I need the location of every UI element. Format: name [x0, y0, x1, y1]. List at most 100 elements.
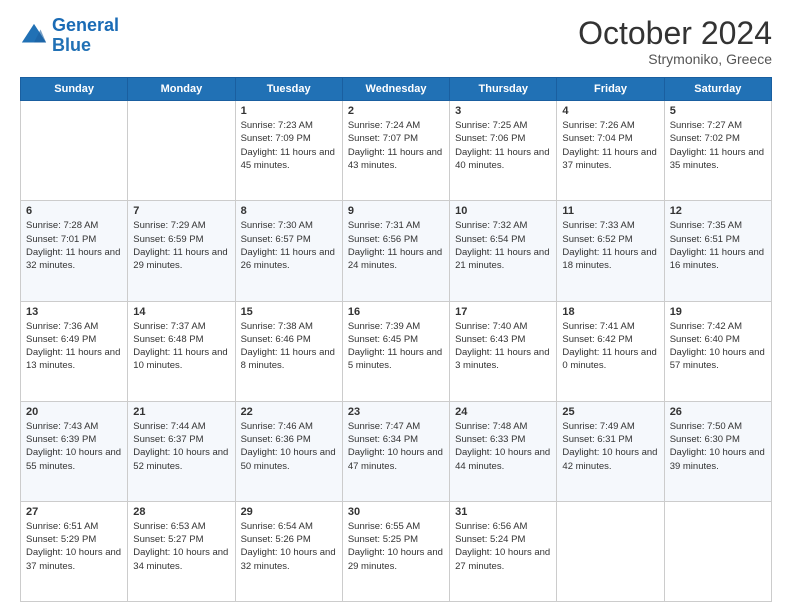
calendar-cell: 18 Sunrise: 7:41 AMSunset: 6:42 PMDayligh…: [557, 301, 664, 401]
day-detail: Sunrise: 7:26 AMSunset: 7:04 PMDaylight:…: [562, 119, 658, 172]
calendar-cell: [128, 101, 235, 201]
calendar-cell: 10Sunrise: 7:32 AMSunset: 6:54 PMDayligh…: [450, 201, 557, 301]
weekday-header: Sunday: [21, 78, 128, 101]
day-number: 8: [241, 205, 337, 217]
calendar-cell: 7 Sunrise: 7:29 AMSunset: 6:59 PMDaylight…: [128, 201, 235, 301]
calendar-cell: 13 Sunrise: 7:36 AMSunset: 6:49 PMDayligh…: [21, 301, 128, 401]
day-detail: Sunrise: 7:44 AMSunset: 6:37 PMDaylight:…: [133, 420, 229, 473]
day-number: 4: [562, 105, 658, 117]
day-number: 21: [133, 406, 229, 418]
calendar-cell: 4 Sunrise: 7:26 AMSunset: 7:04 PMDaylight…: [557, 101, 664, 201]
calendar-cell: 8 Sunrise: 7:30 AMSunset: 6:57 PMDaylight…: [235, 201, 342, 301]
calendar-cell: 9 Sunrise: 7:31 AMSunset: 6:56 PMDaylight…: [342, 201, 449, 301]
day-number: 31: [455, 506, 551, 518]
calendar-cell: 23Sunrise: 7:47 AMSunset: 6:34 PMDayligh…: [342, 401, 449, 501]
day-detail: Sunrise: 7:32 AMSunset: 6:54 PMDaylight:…: [455, 219, 551, 272]
day-detail: Sunrise: 7:39 AMSunset: 6:45 PMDaylight:…: [348, 320, 444, 373]
day-detail: Sunrise: 7:23 AMSunset: 7:09 PMDaylight:…: [241, 119, 337, 172]
day-number: 19: [670, 306, 766, 318]
calendar-cell: [664, 501, 771, 601]
calendar-cell: 29Sunrise: 6:54 AMSunset: 5:26 PMDayligh…: [235, 501, 342, 601]
calendar-cell: 1Sunrise: 7:23 AMSunset: 7:09 PMDaylight…: [235, 101, 342, 201]
day-detail: Sunrise: 7:35 AMSunset: 6:51 PMDaylight:…: [670, 219, 766, 272]
day-detail: Sunrise: 7:24 AMSunset: 7:07 PMDaylight:…: [348, 119, 444, 172]
calendar-cell: 14 Sunrise: 7:37 AMSunset: 6:48 PMDayligh…: [128, 301, 235, 401]
day-number: 14: [133, 306, 229, 318]
day-detail: Sunrise: 7:47 AMSunset: 6:34 PMDaylight:…: [348, 420, 444, 473]
calendar-cell: 20Sunrise: 7:43 AMSunset: 6:39 PMDayligh…: [21, 401, 128, 501]
day-number: 13: [26, 306, 122, 318]
day-detail: Sunrise: 7:41 AMSunset: 6:42 PMDaylight:…: [562, 320, 658, 373]
logo-general: General: [52, 15, 119, 35]
day-detail: Sunrise: 7:30 AMSunset: 6:57 PMDaylight:…: [241, 219, 337, 272]
weekday-header: Monday: [128, 78, 235, 101]
calendar-cell: 3Sunrise: 7:25 AMSunset: 7:06 PMDaylight…: [450, 101, 557, 201]
day-number: 27: [26, 506, 122, 518]
day-detail: Sunrise: 6:51 AMSunset: 5:29 PMDaylight:…: [26, 520, 122, 573]
calendar-cell: 21 Sunrise: 7:44 AMSunset: 6:37 PMDayligh…: [128, 401, 235, 501]
day-detail: Sunrise: 7:36 AMSunset: 6:49 PMDaylight:…: [26, 320, 122, 373]
calendar-cell: 11 Sunrise: 7:33 AMSunset: 6:52 PMDayligh…: [557, 201, 664, 301]
calendar-cell: 6Sunrise: 7:28 AMSunset: 7:01 PMDaylight…: [21, 201, 128, 301]
day-number: 9: [348, 205, 444, 217]
month-title: October 2024: [578, 16, 772, 51]
header: General Blue October 2024 Strymoniko, Gr…: [20, 16, 772, 67]
weekday-header: Wednesday: [342, 78, 449, 101]
page: General Blue October 2024 Strymoniko, Gr…: [0, 0, 792, 612]
calendar-cell: 12Sunrise: 7:35 AMSunset: 6:51 PMDayligh…: [664, 201, 771, 301]
day-number: 28: [133, 506, 229, 518]
calendar-cell: 17 Sunrise: 7:40 AMSunset: 6:43 PMDayligh…: [450, 301, 557, 401]
day-detail: Sunrise: 7:49 AMSunset: 6:31 PMDaylight:…: [562, 420, 658, 473]
location: Strymoniko, Greece: [578, 51, 772, 67]
logo-text: General Blue: [52, 16, 119, 56]
day-detail: Sunrise: 6:56 AMSunset: 5:24 PMDaylight:…: [455, 520, 551, 573]
calendar-cell: 16 Sunrise: 7:39 AMSunset: 6:45 PMDayligh…: [342, 301, 449, 401]
day-detail: Sunrise: 7:38 AMSunset: 6:46 PMDaylight:…: [241, 320, 337, 373]
day-detail: Sunrise: 7:33 AMSunset: 6:52 PMDaylight:…: [562, 219, 658, 272]
title-block: October 2024 Strymoniko, Greece: [578, 16, 772, 67]
weekday-header: Friday: [557, 78, 664, 101]
day-number: 30: [348, 506, 444, 518]
calendar-week-row: 6Sunrise: 7:28 AMSunset: 7:01 PMDaylight…: [21, 201, 772, 301]
day-detail: Sunrise: 7:29 AMSunset: 6:59 PMDaylight:…: [133, 219, 229, 272]
weekday-header: Saturday: [664, 78, 771, 101]
calendar-cell: 2 Sunrise: 7:24 AMSunset: 7:07 PMDaylight…: [342, 101, 449, 201]
calendar-cell: 25 Sunrise: 7:49 AMSunset: 6:31 PMDayligh…: [557, 401, 664, 501]
calendar-cell: 31 Sunrise: 6:56 AMSunset: 5:24 PMDayligh…: [450, 501, 557, 601]
weekday-header: Thursday: [450, 78, 557, 101]
day-number: 17: [455, 306, 551, 318]
day-number: 25: [562, 406, 658, 418]
day-detail: Sunrise: 7:31 AMSunset: 6:56 PMDaylight:…: [348, 219, 444, 272]
day-number: 2: [348, 105, 444, 117]
day-detail: Sunrise: 6:53 AMSunset: 5:27 PMDaylight:…: [133, 520, 229, 573]
day-detail: Sunrise: 7:28 AMSunset: 7:01 PMDaylight:…: [26, 219, 122, 272]
calendar-cell: 27 Sunrise: 6:51 AMSunset: 5:29 PMDayligh…: [21, 501, 128, 601]
calendar-cell: 24Sunrise: 7:48 AMSunset: 6:33 PMDayligh…: [450, 401, 557, 501]
calendar-table: SundayMondayTuesdayWednesdayThursdayFrid…: [20, 77, 772, 602]
day-number: 7: [133, 205, 229, 217]
calendar-week-row: 13 Sunrise: 7:36 AMSunset: 6:49 PMDayligh…: [21, 301, 772, 401]
day-detail: Sunrise: 6:54 AMSunset: 5:26 PMDaylight:…: [241, 520, 337, 573]
calendar-cell: 22 Sunrise: 7:46 AMSunset: 6:36 PMDayligh…: [235, 401, 342, 501]
day-number: 15: [241, 306, 337, 318]
day-detail: Sunrise: 7:40 AMSunset: 6:43 PMDaylight:…: [455, 320, 551, 373]
weekday-header: Tuesday: [235, 78, 342, 101]
day-number: 18: [562, 306, 658, 318]
day-detail: Sunrise: 7:46 AMSunset: 6:36 PMDaylight:…: [241, 420, 337, 473]
day-detail: Sunrise: 7:43 AMSunset: 6:39 PMDaylight:…: [26, 420, 122, 473]
day-number: 5: [670, 105, 766, 117]
calendar-cell: 5 Sunrise: 7:27 AMSunset: 7:02 PMDaylight…: [664, 101, 771, 201]
day-number: 26: [670, 406, 766, 418]
day-number: 22: [241, 406, 337, 418]
day-number: 16: [348, 306, 444, 318]
calendar-cell: [557, 501, 664, 601]
day-detail: Sunrise: 7:42 AMSunset: 6:40 PMDaylight:…: [670, 320, 766, 373]
calendar-week-row: 1Sunrise: 7:23 AMSunset: 7:09 PMDaylight…: [21, 101, 772, 201]
day-detail: Sunrise: 7:37 AMSunset: 6:48 PMDaylight:…: [133, 320, 229, 373]
day-detail: Sunrise: 7:25 AMSunset: 7:06 PMDaylight:…: [455, 119, 551, 172]
day-detail: Sunrise: 7:50 AMSunset: 6:30 PMDaylight:…: [670, 420, 766, 473]
calendar-week-row: 27 Sunrise: 6:51 AMSunset: 5:29 PMDayligh…: [21, 501, 772, 601]
calendar-cell: 30Sunrise: 6:55 AMSunset: 5:25 PMDayligh…: [342, 501, 449, 601]
day-number: 11: [562, 205, 658, 217]
day-detail: Sunrise: 7:27 AMSunset: 7:02 PMDaylight:…: [670, 119, 766, 172]
